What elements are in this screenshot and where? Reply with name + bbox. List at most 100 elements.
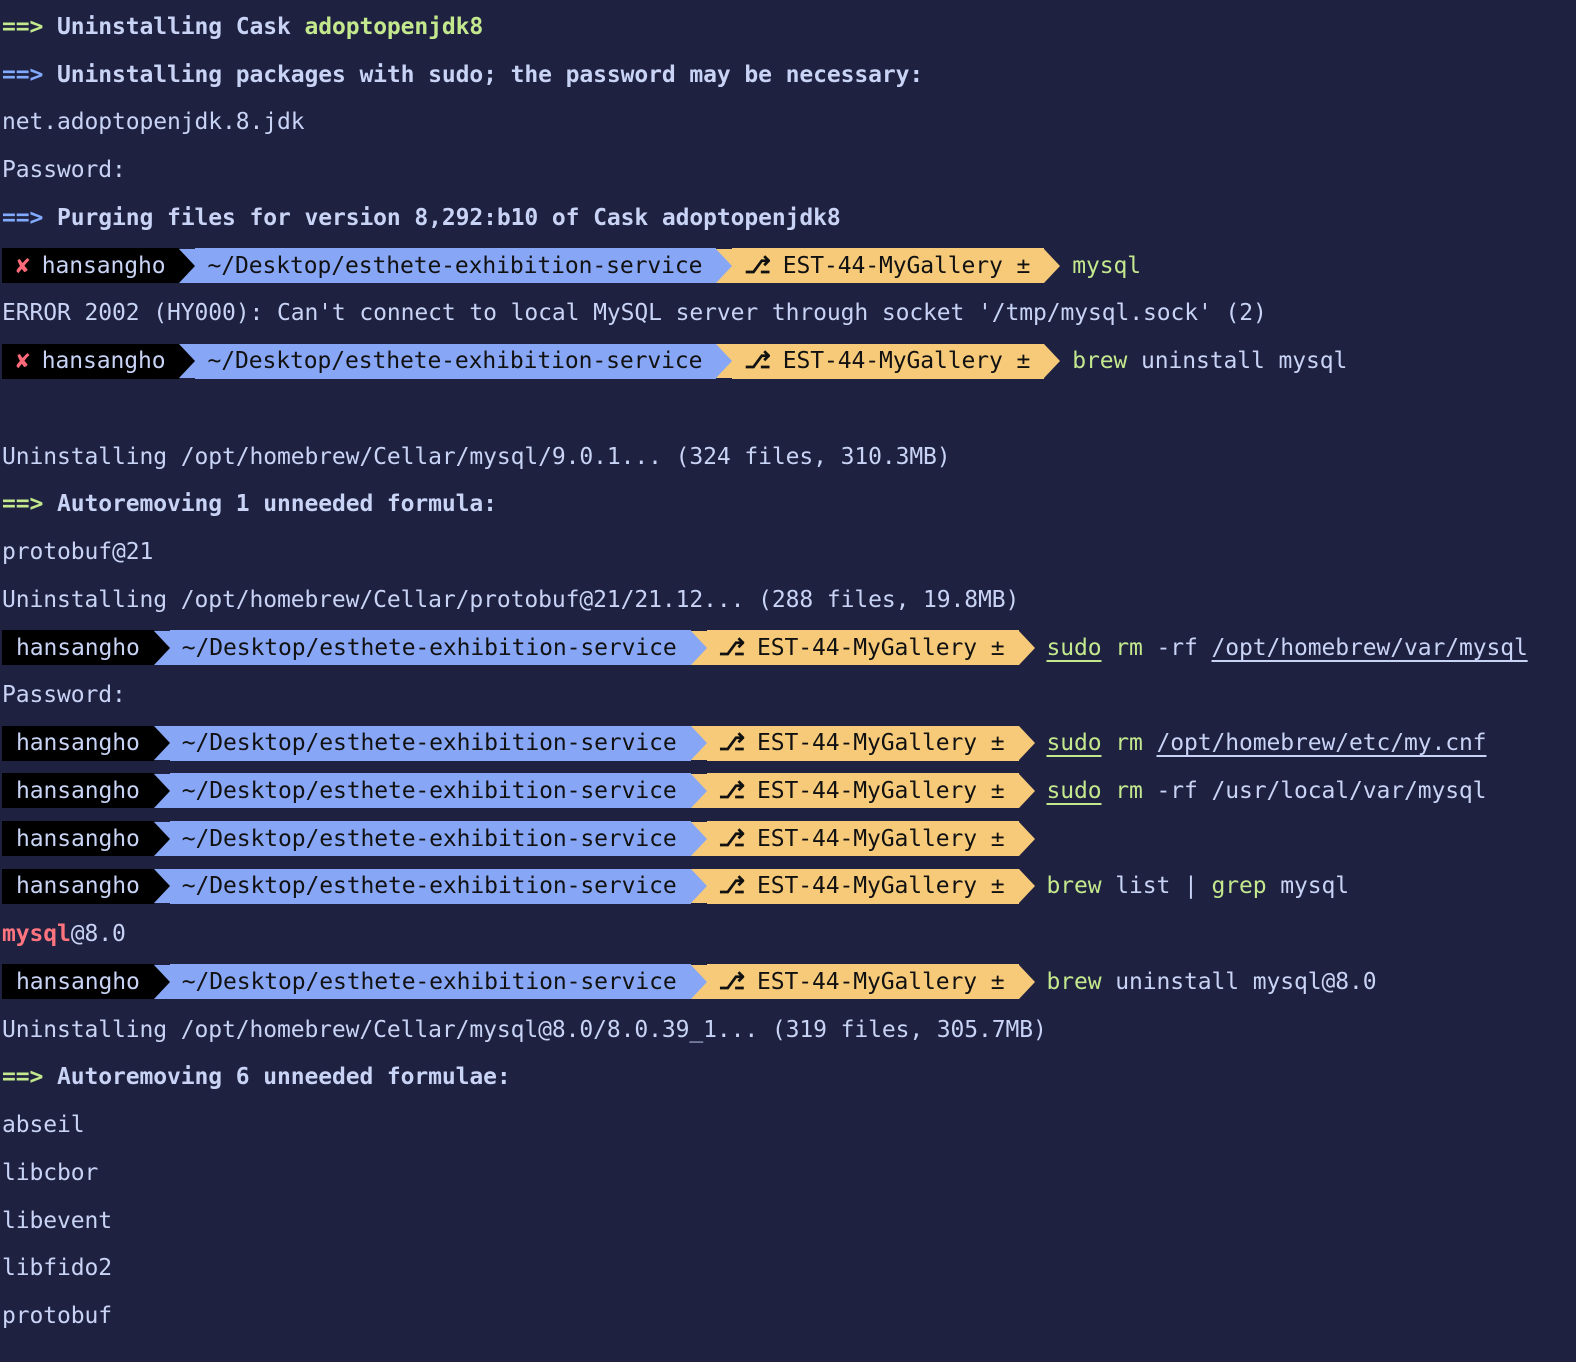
output-text: net.adoptopenjdk.8.jdk — [2, 109, 305, 136]
shell-prompt: hansangho ~/Desktop/esthete-exhibition-se… — [2, 630, 1035, 666]
command-token: -rf /usr/local/var/mysql — [1142, 777, 1487, 804]
prompt-branch: EST-44-MyGallery ± — [782, 252, 1031, 279]
command-token: rm — [1115, 777, 1143, 804]
output-line: Uninstalling /opt/homebrew/Cellar/mysql@… — [2, 1006, 1528, 1054]
segment-separator-icon — [1044, 248, 1061, 283]
prompt-branch: EST-44-MyGallery ± — [757, 634, 1005, 661]
output-text: Password: — [2, 682, 126, 709]
output-text: libfido2 — [2, 1255, 112, 1282]
prompt-branch: EST-44-MyGallery ± — [757, 968, 1005, 995]
command-token: uninstall mysql — [1127, 348, 1348, 375]
output-line: abseil — [2, 1101, 1528, 1149]
shell-prompt: hansangho ~/Desktop/esthete-exhibition-se… — [2, 868, 1035, 904]
output-text: Purging files for version 8,292:b10 of C… — [57, 204, 841, 231]
output-text: abseil — [2, 1112, 85, 1139]
segment-separator-icon — [153, 964, 170, 999]
output-text: libcbor — [2, 1159, 99, 1186]
prompt-user-segment: hansangho — [2, 868, 154, 904]
prompt-branch: EST-44-MyGallery ± — [757, 777, 1005, 804]
output-line: protobuf@21 — [2, 528, 1528, 576]
prompt-user-segment: hansangho — [2, 821, 154, 857]
output-text: Autoremoving 6 unneeded formulae: — [57, 1064, 511, 1091]
prompt-path-segment: ~/Desktop/esthete-exhibition-service — [195, 248, 717, 284]
git-branch-icon: ⎇ — [718, 730, 746, 757]
output-line: ==> Purging files for version 8,292:b10 … — [2, 194, 1528, 242]
segment-separator-icon — [153, 773, 170, 808]
prompt-line: hansangho ~/Desktop/esthete-exhibition-se… — [2, 815, 1528, 863]
terminal-output[interactable]: ==> Uninstalling Cask adoptopenjdk8 ==> U… — [2, 3, 1528, 1340]
prompt-user-segment: hansangho — [2, 630, 154, 666]
output-text: adoptopenjdk8 — [304, 13, 484, 40]
command-token: list | — [1101, 873, 1212, 900]
git-branch-icon: ⎇ — [744, 252, 771, 279]
prompt-branch-segment: ⎇ EST-44-MyGallery ± — [706, 868, 1019, 904]
segment-separator-icon — [690, 726, 707, 761]
error-status-icon: ✘ — [16, 348, 30, 375]
output-line: libcbor — [2, 1149, 1528, 1197]
command-token — [1102, 778, 1116, 804]
prompt-branch-segment: ⎇ EST-44-MyGallery ± — [706, 773, 1019, 809]
prompt-user: hansangho — [41, 252, 166, 279]
output-text: ==> — [2, 204, 57, 231]
command-token: brew — [1046, 968, 1102, 995]
command-token: -rf — [1142, 634, 1212, 661]
segment-separator-icon — [1018, 773, 1035, 808]
prompt-user: hansangho — [16, 634, 140, 661]
output-text: ==> — [2, 61, 57, 88]
segment-separator-icon — [1044, 344, 1061, 379]
segment-separator-icon — [179, 344, 196, 379]
output-line: ==> Uninstalling packages with sudo; the… — [2, 51, 1528, 99]
prompt-branch-segment: ⎇ EST-44-MyGallery ± — [732, 248, 1045, 284]
output-text: Uninstalling /opt/homebrew/Cellar/mysql/… — [2, 443, 951, 470]
segment-separator-icon — [179, 248, 196, 283]
segment-separator-icon — [690, 821, 707, 856]
prompt-branch-segment: ⎇ EST-44-MyGallery ± — [706, 630, 1019, 666]
output-text: Autoremoving 1 unneeded formula: — [57, 491, 497, 518]
output-line: ==> Autoremoving 6 unneeded formulae: — [2, 1054, 1528, 1102]
prompt-user-segment: ✘ hansangho — [2, 248, 180, 284]
prompt-branch-segment: ⎇ EST-44-MyGallery ± — [706, 964, 1019, 1000]
output-line: Uninstalling /opt/homebrew/Cellar/protob… — [2, 576, 1528, 624]
segment-separator-icon — [716, 344, 733, 379]
prompt-user-segment: hansangho — [2, 964, 154, 1000]
output-text: Uninstalling /opt/homebrew/Cellar/mysql@… — [2, 1016, 1047, 1043]
prompt-path: ~/Desktop/esthete-exhibition-service — [207, 348, 703, 375]
output-text: Uninstalling packages with sudo; the pas… — [57, 61, 924, 88]
output-line: Password: — [2, 672, 1528, 720]
git-branch-icon: ⎇ — [744, 348, 771, 375]
command-token: rm — [1115, 730, 1143, 757]
output-line: libfido2 — [2, 1245, 1528, 1293]
prompt-user-segment: hansangho — [2, 773, 154, 809]
command-token: /opt/homebrew/var/mysql — [1211, 634, 1528, 661]
shell-prompt: hansangho ~/Desktop/esthete-exhibition-se… — [2, 725, 1035, 761]
prompt-user-segment: ✘ hansangho — [2, 343, 180, 379]
segment-separator-icon — [1018, 821, 1035, 856]
segment-separator-icon — [153, 630, 170, 665]
command-token: rm — [1115, 634, 1143, 661]
segment-separator-icon — [1018, 630, 1035, 665]
prompt-path-segment: ~/Desktop/esthete-exhibition-service — [169, 630, 691, 666]
prompt-line: hansangho ~/Desktop/esthete-exhibition-se… — [2, 767, 1528, 815]
prompt-path: ~/Desktop/esthete-exhibition-service — [181, 873, 677, 900]
output-line: protobuf — [2, 1292, 1528, 1340]
output-line: ERROR 2002 (HY000): Can't connect to loc… — [2, 290, 1528, 338]
segment-separator-icon — [716, 248, 733, 283]
shell-prompt: hansangho ~/Desktop/esthete-exhibition-se… — [2, 773, 1035, 809]
segment-separator-icon — [1018, 964, 1035, 999]
prompt-branch-segment: ⎇ EST-44-MyGallery ± — [706, 725, 1019, 761]
prompt-user: hansangho — [16, 730, 140, 757]
prompt-user: hansangho — [16, 825, 140, 852]
command-token — [1102, 635, 1116, 661]
prompt-path-segment: ~/Desktop/esthete-exhibition-service — [169, 725, 691, 761]
command-token: grep — [1211, 873, 1267, 900]
command-token: sudo — [1046, 730, 1102, 757]
prompt-user: hansangho — [16, 968, 140, 995]
output-text: ==> — [2, 13, 57, 40]
output-line: mysql @8.0 — [2, 910, 1528, 958]
git-branch-icon: ⎇ — [718, 634, 746, 661]
prompt-path-segment: ~/Desktop/esthete-exhibition-service — [195, 343, 717, 379]
prompt-path-segment: ~/Desktop/esthete-exhibition-service — [169, 964, 691, 1000]
prompt-user: hansangho — [41, 348, 166, 375]
prompt-branch-segment: ⎇ EST-44-MyGallery ± — [732, 343, 1045, 379]
